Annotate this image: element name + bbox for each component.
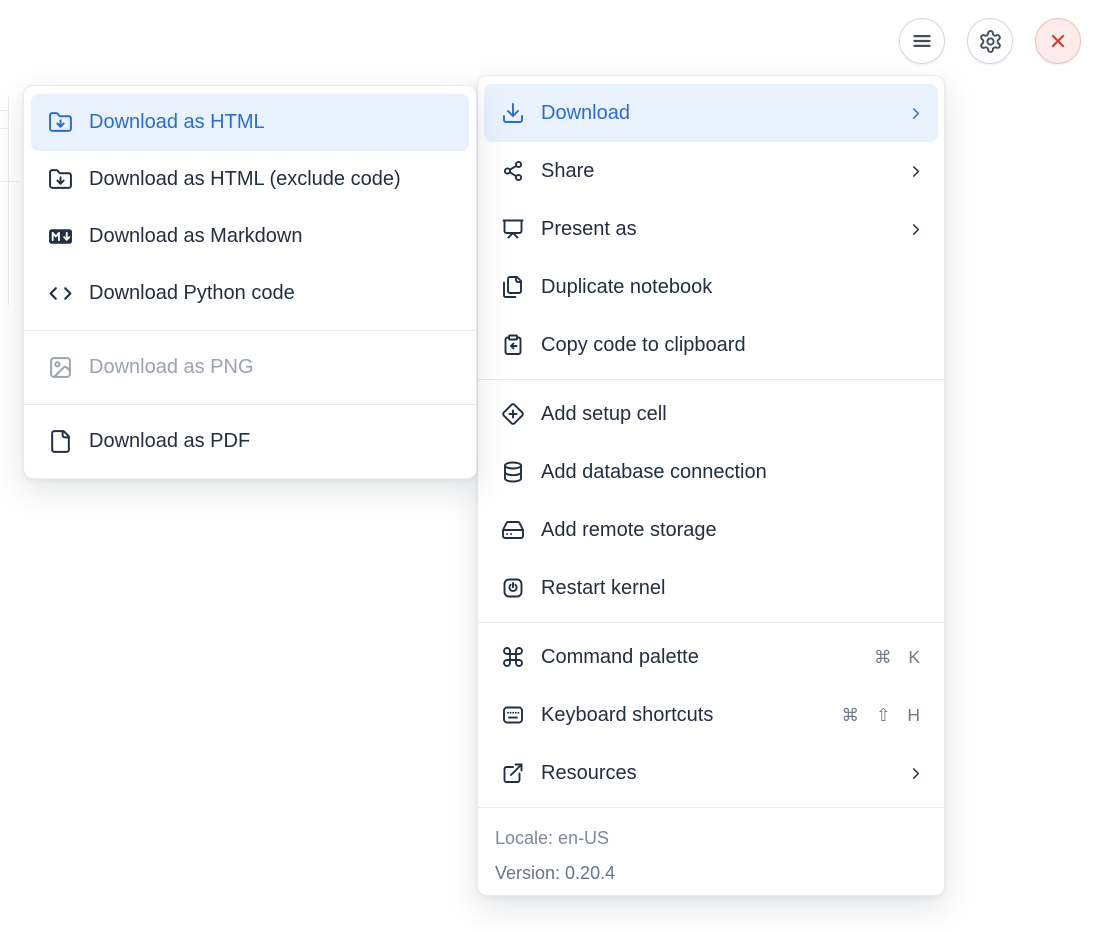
power-icon: [500, 576, 525, 601]
menu-item-restart-kernel[interactable]: Restart kernel: [484, 559, 938, 617]
menu-separator: [478, 807, 944, 808]
menu-separator: [478, 379, 944, 380]
menu-item-duplicate-notebook[interactable]: Duplicate notebook: [484, 258, 938, 316]
menu-item-present-as[interactable]: Present as: [484, 200, 938, 258]
menu-item-command-palette[interactable]: Command palette ⌘ K: [484, 628, 938, 686]
download-icon: [500, 101, 525, 126]
menu-item-label: Command palette: [541, 646, 858, 669]
menu-item-label: Download as PDF: [89, 430, 455, 453]
background-artifact: [0, 110, 8, 111]
menu-item-label: Download Python code: [89, 282, 455, 305]
submenu-item-download-as-png[interactable]: Download as PNG: [31, 339, 469, 396]
version-text: Version: 0.20.4: [495, 856, 927, 891]
menu-item-add-setup-cell[interactable]: Add setup cell: [484, 385, 938, 443]
menu-item-keyboard-shortcuts[interactable]: Keyboard shortcuts ⌘ ⇧ H: [484, 686, 938, 744]
menu-item-label: Download: [541, 102, 890, 125]
command-icon: [500, 645, 525, 670]
menu-item-copy-code[interactable]: Copy code to clipboard: [484, 316, 938, 374]
gear-icon: [978, 29, 1003, 54]
submenu-item-download-as-pdf[interactable]: Download as PDF: [31, 413, 469, 470]
menu-item-resources[interactable]: Resources: [484, 744, 938, 802]
menu-item-share[interactable]: Share: [484, 142, 938, 200]
menu-item-label: Restart kernel: [541, 577, 924, 600]
diamond-plus-icon: [500, 402, 525, 427]
menu-item-label: Copy code to clipboard: [541, 334, 924, 357]
menu-item-label: Download as HTML (exclude code): [89, 168, 455, 191]
submenu-item-download-as-html-exclude-code[interactable]: Download as HTML (exclude code): [31, 151, 469, 208]
menu-item-label: Resources: [541, 762, 890, 785]
notebook-menu: Download Share Present as Duplicate note…: [477, 75, 945, 896]
submenu-item-download-as-html[interactable]: Download as HTML: [31, 94, 469, 151]
menu-separator: [478, 622, 944, 623]
image-icon: [48, 355, 73, 380]
folder-down-icon: [48, 167, 73, 192]
share-icon: [500, 159, 525, 184]
background-artifact: [0, 128, 8, 129]
menu-item-label: Keyboard shortcuts: [541, 704, 825, 727]
menu-item-label: Add database connection: [541, 461, 924, 484]
markdown-icon: [48, 224, 73, 249]
submenu-item-download-python-code[interactable]: Download Python code: [31, 265, 469, 322]
chevron-right-icon: [906, 764, 924, 782]
close-icon: [1046, 29, 1070, 53]
hard-drive-icon: [500, 518, 525, 543]
folder-down-icon: [48, 110, 73, 135]
menu-item-label: Download as HTML: [89, 111, 455, 134]
file-icon: [48, 429, 73, 454]
menu-item-label: Share: [541, 160, 890, 183]
settings-button[interactable]: [967, 18, 1013, 64]
menu-item-download[interactable]: Download: [484, 84, 938, 142]
keyboard-icon: [500, 703, 525, 728]
menu-item-label: Add setup cell: [541, 403, 924, 426]
download-submenu: Download as HTML Download as HTML (exclu…: [23, 85, 477, 479]
background-artifact: [0, 181, 19, 182]
shortcut-hint: ⌘ K: [874, 647, 926, 668]
chevron-right-icon: [906, 104, 924, 122]
menu-button[interactable]: [899, 18, 945, 64]
hamburger-icon: [909, 28, 935, 54]
clipboard-icon: [500, 333, 525, 358]
menu-item-add-database-connection[interactable]: Add database connection: [484, 443, 938, 501]
menu-item-label: Present as: [541, 218, 890, 241]
database-icon: [500, 460, 525, 485]
duplicate-icon: [500, 275, 525, 300]
menu-item-label: Download as Markdown: [89, 225, 455, 248]
menu-separator: [24, 404, 476, 405]
close-button[interactable]: [1035, 18, 1081, 64]
chevron-right-icon: [906, 162, 924, 180]
menu-item-label: Add remote storage: [541, 519, 924, 542]
submenu-item-download-as-markdown[interactable]: Download as Markdown: [31, 208, 469, 265]
menu-item-label: Duplicate notebook: [541, 276, 924, 299]
menu-footer: Locale: en-US Version: 0.20.4: [484, 813, 938, 891]
menu-separator: [24, 330, 476, 331]
menu-item-label: Download as PNG: [89, 356, 455, 379]
shortcut-hint: ⌘ ⇧ H: [841, 705, 926, 726]
chevron-right-icon: [906, 220, 924, 238]
code-icon: [48, 281, 73, 306]
background-artifact: [8, 97, 9, 305]
locale-text: Locale: en-US: [495, 821, 927, 856]
external-link-icon: [500, 761, 525, 786]
menu-item-add-remote-storage[interactable]: Add remote storage: [484, 501, 938, 559]
presentation-icon: [500, 217, 525, 242]
